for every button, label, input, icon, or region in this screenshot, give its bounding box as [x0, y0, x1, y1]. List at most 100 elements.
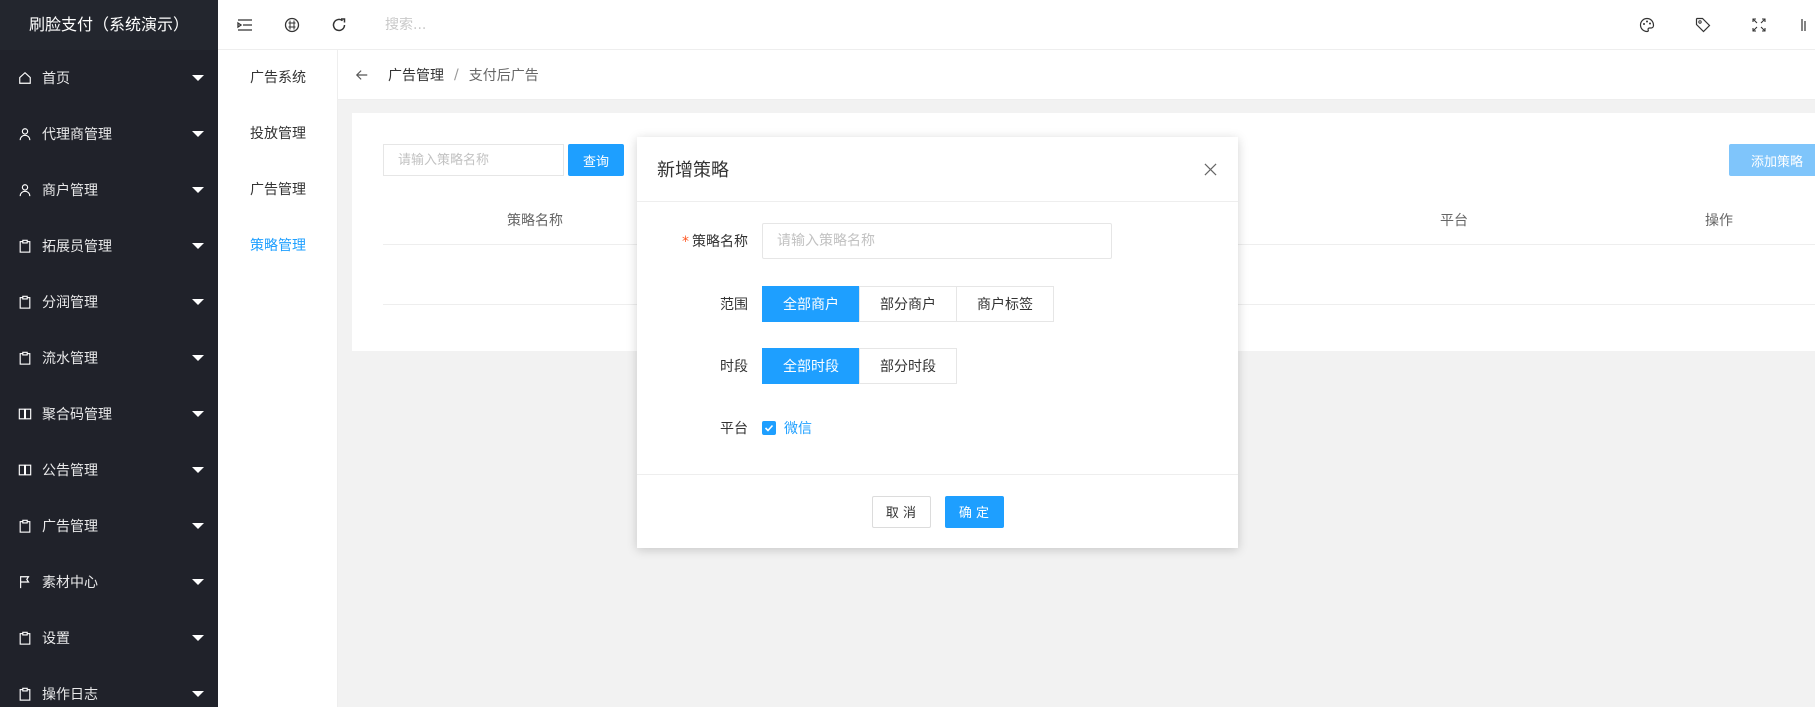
column-header-actions: 操作	[1705, 213, 1733, 229]
user-icon	[18, 127, 32, 141]
secondary-menu: 广告系统 投放管理 广告管理 策略管理	[218, 50, 338, 707]
dialog-header: 新增策略	[637, 137, 1238, 202]
caret-down-icon	[192, 579, 204, 585]
home-icon	[18, 71, 32, 85]
caret-down-icon	[192, 691, 204, 697]
brand-title[interactable]: 刷脸支付（系统演示）	[0, 0, 218, 50]
field-label-period: 时段	[720, 359, 748, 375]
sidebar-item-profit[interactable]: 分润管理	[0, 274, 218, 330]
submenu-item-delivery[interactable]: 投放管理	[218, 106, 337, 162]
header-right-tools	[1611, 0, 1815, 50]
period-radio-group: 全部时段 部分时段	[762, 348, 957, 384]
sidebar-item-agents[interactable]: 代理商管理	[0, 106, 218, 162]
sidebar-item-merchants[interactable]: 商户管理	[0, 162, 218, 218]
scope-radio-group: 全部商户 部分商户 商户标签	[762, 286, 1054, 322]
flag-icon	[18, 575, 32, 589]
form-row-platform: 平台 微信	[637, 410, 812, 446]
sidebar-item-home[interactable]: 首页	[0, 50, 218, 106]
breadcrumb-current: 支付后广告	[468, 67, 539, 84]
caret-down-icon	[192, 75, 204, 81]
sidebar-item-notice[interactable]: 公告管理	[0, 442, 218, 498]
strategy-name-query-input[interactable]	[383, 144, 564, 176]
sidebar-item-label: 操作日志	[42, 687, 98, 703]
sidebar-item-label: 代理商管理	[42, 127, 112, 143]
field-label-platform: 平台	[720, 421, 748, 437]
caret-down-icon	[192, 635, 204, 641]
sidebar-item-label: 拓展员管理	[42, 239, 112, 255]
sidebar-item-aggregate-code[interactable]: 聚合码管理	[0, 386, 218, 442]
sidebar-item-flow[interactable]: 流水管理	[0, 330, 218, 386]
fullscreen-icon[interactable]	[1739, 0, 1779, 50]
caret-down-icon	[192, 187, 204, 193]
required-mark: *	[682, 234, 689, 250]
platform-checkbox-wechat[interactable]: 微信	[762, 418, 812, 438]
submenu-item-ad-management[interactable]: 广告管理	[218, 162, 337, 218]
platform-option-label: 微信	[784, 421, 812, 437]
breadcrumb: 广告管理 / 支付后广告	[338, 50, 1815, 100]
user-icon	[18, 183, 32, 197]
dialog-title: 新增策略	[657, 160, 729, 181]
field-label-name: * 策略名称	[682, 234, 748, 250]
caret-down-icon	[192, 467, 204, 473]
confirm-button[interactable]: 确 定	[944, 495, 1004, 528]
submenu-item-strategy[interactable]: 策略管理	[218, 218, 337, 274]
sidebar: 刷脸支付（系统演示） 首页 代理商管理 商户管理 拓展员管理 分润管理 流水管理…	[0, 0, 218, 707]
cancel-button[interactable]: 取 消	[871, 495, 931, 528]
clipboard-icon	[18, 687, 32, 701]
caret-down-icon	[192, 355, 204, 361]
sidebar-item-label: 设置	[42, 631, 70, 647]
period-option-all[interactable]: 全部时段	[762, 348, 860, 384]
column-header-platform: 平台	[1440, 213, 1468, 229]
column-header-strategy-name: 策略名称	[507, 213, 563, 229]
more-icon[interactable]	[1799, 0, 1815, 50]
add-strategy-button[interactable]: 添加策略	[1729, 144, 1815, 176]
tag-icon[interactable]	[1683, 0, 1723, 50]
refresh-icon[interactable]	[319, 0, 359, 50]
sidebar-item-label: 聚合码管理	[42, 407, 112, 423]
submenu-item-ad-system[interactable]: 广告系统	[218, 50, 337, 106]
checkbox-checked-icon[interactable]	[762, 421, 776, 435]
book-icon	[18, 407, 32, 421]
scope-option-some-merchants[interactable]: 部分商户	[859, 286, 957, 322]
caret-down-icon	[192, 131, 204, 137]
sidebar-item-label: 广告管理	[42, 519, 98, 535]
caret-down-icon	[192, 523, 204, 529]
scope-option-all-merchants[interactable]: 全部商户	[762, 286, 860, 322]
sidebar-item-materials[interactable]: 素材中心	[0, 554, 218, 610]
website-icon[interactable]	[272, 0, 312, 50]
clipboard-icon	[18, 351, 32, 365]
strategy-name-field[interactable]	[762, 223, 1112, 259]
query-button[interactable]: 查询	[568, 144, 624, 176]
clipboard-icon	[18, 239, 32, 253]
form-row-period: 时段 全部时段 部分时段	[637, 348, 957, 384]
sidebar-item-expanders[interactable]: 拓展员管理	[0, 218, 218, 274]
sidebar-item-logs[interactable]: 操作日志	[0, 666, 218, 707]
sidebar-item-settings[interactable]: 设置	[0, 610, 218, 666]
dialog-footer: 取 消 确 定	[637, 474, 1238, 548]
top-header	[218, 0, 1815, 50]
caret-down-icon	[192, 243, 204, 249]
sidebar-item-label: 素材中心	[42, 575, 98, 591]
breadcrumb-parent[interactable]: 广告管理	[388, 65, 444, 85]
add-strategy-dialog: 新增策略 *策略名称 范围 全部商户 部分商户 商户标签 时段 全部时段 部分时…	[637, 137, 1238, 548]
clipboard-icon	[18, 519, 32, 533]
search-input[interactable]	[385, 16, 685, 33]
sidebar-item-label: 流水管理	[42, 351, 98, 367]
theme-palette-icon[interactable]	[1627, 0, 1667, 50]
form-row-name: * 策略名称	[637, 223, 1112, 259]
sidebar-item-label: 首页	[42, 71, 70, 87]
clipboard-icon	[18, 295, 32, 309]
back-arrow-icon[interactable]	[352, 65, 372, 85]
sidebar-item-ads[interactable]: 广告管理	[0, 498, 218, 554]
field-label-scope: 范围	[720, 297, 748, 313]
sidebar-item-label: 分润管理	[42, 295, 98, 311]
clipboard-icon	[18, 631, 32, 645]
menu-collapse-icon[interactable]	[225, 0, 265, 50]
scope-option-merchant-tags[interactable]: 商户标签	[956, 286, 1054, 322]
close-icon[interactable]	[1202, 161, 1218, 177]
form-row-scope: 范围 全部商户 部分商户 商户标签	[637, 286, 1054, 322]
breadcrumb-separator: /	[454, 66, 459, 83]
period-option-partial[interactable]: 部分时段	[859, 348, 957, 384]
sidebar-item-label: 公告管理	[42, 463, 98, 479]
book-icon	[18, 463, 32, 477]
